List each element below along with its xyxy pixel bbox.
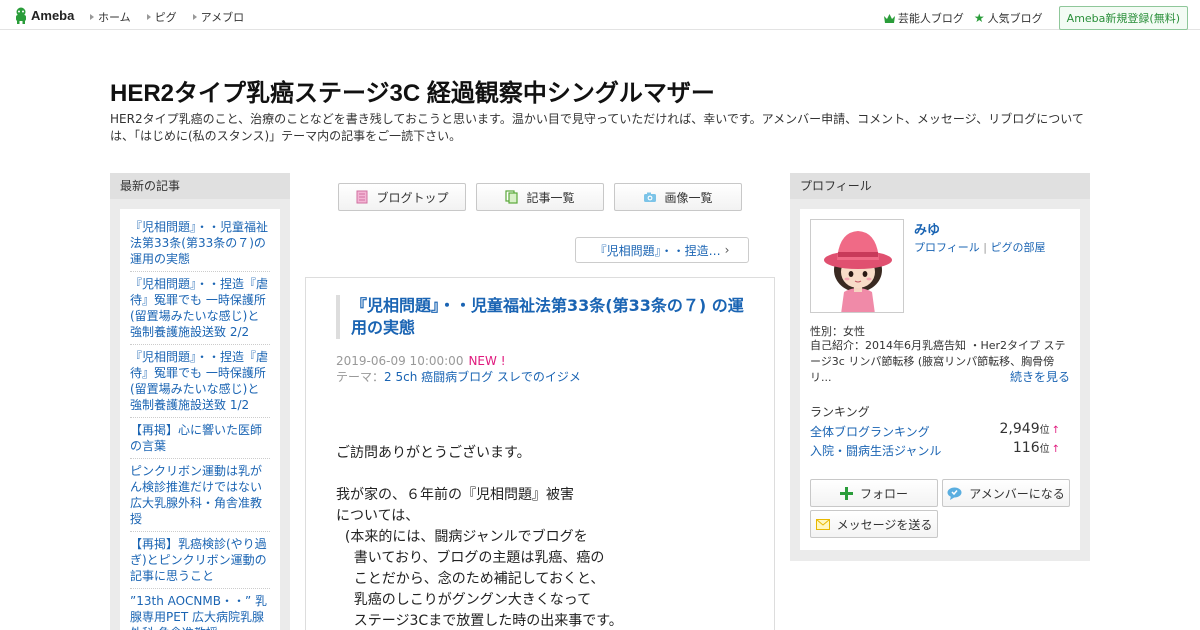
global-header: Ameba ホーム ピグ アメブロ 芸能人ブログ ★ 人気ブログ Ameba新規… <box>0 0 1200 30</box>
recent-articles-list: 『児相問題』・・児童福祉法第33条(第33条の７)の運用の実態 『児相問題』・・… <box>120 209 280 630</box>
overall-ranking-link[interactable]: 全体ブログランキング <box>810 425 930 439</box>
nav-pig[interactable]: ピグ <box>146 9 177 25</box>
recent-article-link[interactable]: 『児相問題』・・捏造『虐待』冤罪でも 一時保護所(留置場みたいな感じ)と強制養護… <box>130 350 268 412</box>
list-item: 『児相問題』・・捏造『虐待』冤罪でも 一時保護所(留置場みたいな感じ)と強制養護… <box>130 348 270 418</box>
entry-title[interactable]: 『児相問題』・・児童福祉法第33条(第33条の７) の運用の実態 <box>336 295 746 339</box>
nav-home[interactable]: ホーム <box>90 9 131 25</box>
rank-up-icon: ↑ <box>1051 444 1060 455</box>
pig-room-link[interactable]: ピグの部屋 <box>991 241 1046 254</box>
link-separator: | <box>983 241 987 254</box>
ranking-value: 2,949位 ↑ <box>999 421 1060 437</box>
global-nav: ホーム ピグ アメブロ <box>90 9 260 25</box>
crown-icon <box>883 13 895 23</box>
plus-icon <box>839 486 853 500</box>
read-more-link[interactable]: 続きを見る <box>1010 368 1070 385</box>
profile-link[interactable]: プロフィール <box>914 241 980 254</box>
follow-button[interactable]: フォロー <box>810 479 938 507</box>
send-message-button[interactable]: メッセージを送る <box>810 510 938 538</box>
recent-article-link[interactable]: 【再掲】心に響いた医師の言葉 <box>130 423 262 453</box>
profile-panel: プロフィール みゆ プロフィール | ピグの部屋 性別：女性 自己紹介：2014… <box>790 173 1090 561</box>
ameba-logo[interactable]: Ameba <box>14 6 74 24</box>
entry-date: 2019-06-09 10:00:00 <box>336 354 464 368</box>
camera-icon <box>644 192 657 202</box>
blog-description: HER2タイプ乳癌のこと、治療のことなどを書き残しておこうと思います。温かい目で… <box>110 112 1084 143</box>
article-entry: 『児相問題』・・児童福祉法第33条(第33条の７) の運用の実態 2019-06… <box>305 277 775 630</box>
recent-article-link[interactable]: 『児相問題』・・児童福祉法第33条(第33条の７)の運用の実態 <box>130 220 268 266</box>
tab-blog-top[interactable]: ブログトップ <box>338 183 466 211</box>
next-article-button[interactable]: 『児相問題』・・捏造… › <box>575 237 749 263</box>
ameba-logo-text: Ameba <box>31 7 75 23</box>
entry-meta: 2019-06-09 10:00:00 NEW ! テーマ：2 5ch 癌闘病ブロ… <box>336 353 581 385</box>
recent-article-link[interactable]: ピンクリボン運動は乳がん検診推進だけではない 広大乳腺外科・角舎准教授 <box>130 464 262 526</box>
recent-article-link[interactable]: 『児相問題』・・捏造『虐待』冤罪でも 一時保護所(留置場みたいな感じ)と強制養護… <box>130 277 268 339</box>
blog-title[interactable]: HER2タイプ乳癌ステージ3C 経過観察中シングルマザー <box>110 73 715 108</box>
rank-up-icon: ↑ <box>1051 425 1060 436</box>
list-item: 【再掲】乳癌検診(やり過ぎ)とピンクリボン運動の記事に思うこと <box>130 535 270 589</box>
recent-article-link[interactable]: 【再掲】乳癌検診(やり過ぎ)とピンクリボン運動の記事に思うこと <box>130 537 267 583</box>
list-item: 『児相問題』・・児童福祉法第33条(第33条の７)の運用の実態 <box>130 218 270 272</box>
ranking-row: 全体ブログランキング 2,949位 ↑ <box>810 421 1060 440</box>
avatar-illustration <box>811 220 903 312</box>
celebrity-blog-link[interactable]: 芸能人ブログ <box>883 10 964 26</box>
profile-title: プロフィール <box>790 173 1090 199</box>
nav-ameblo[interactable]: アメブロ <box>192 9 244 25</box>
ranking-title: ランキング <box>810 405 870 419</box>
list-item: 『児相問題』・・捏造『虐待』冤罪でも 一時保護所(留置場みたいな感じ)と強制養護… <box>130 275 270 345</box>
signup-button[interactable]: Ameba新規登録(無料) <box>1058 6 1188 30</box>
list-item: ピンクリボン運動は乳がん検診推進だけではない 広大乳腺外科・角舎准教授 <box>130 462 270 532</box>
triangle-right-icon <box>192 14 197 20</box>
global-header-right: 芸能人ブログ ★ 人気ブログ Ameba新規登録(無料) <box>874 6 1188 30</box>
triangle-right-icon <box>146 14 151 20</box>
avatar[interactable] <box>810 219 904 313</box>
profile-gender: 性別：女性 <box>810 325 865 338</box>
list-item: ”13th AOCNMB・・” 乳腺専用PET 広大病院乳腺外科 角舎准教授 <box>130 592 270 630</box>
triangle-right-icon <box>90 14 94 20</box>
ranking-value: 116位 ↑ <box>1012 440 1060 456</box>
blog-tabs: ブログトップ 記事一覧 画像一覧 <box>338 183 752 211</box>
list-item: 【再掲】心に響いた医師の言葉 <box>130 421 270 459</box>
genre-ranking-link[interactable]: 入院・闘病生活ジャンル <box>810 444 941 458</box>
speech-bubble-icon <box>947 487 962 500</box>
chevron-right-icon: › <box>724 243 730 257</box>
ranking-row: 入院・闘病生活ジャンル 116位 ↑ <box>810 440 1060 459</box>
new-badge: NEW ! <box>468 354 506 368</box>
tab-image-list[interactable]: 画像一覧 <box>614 183 742 211</box>
ameba-logo-icon <box>16 7 26 24</box>
blog-top-icon <box>356 190 368 204</box>
recent-articles-panel: 最新の記事 『児相問題』・・児童福祉法第33条(第33条の７)の運用の実態 『児… <box>110 173 290 630</box>
recent-article-link[interactable]: ”13th AOCNMB・・” 乳腺専用PET 広大病院乳腺外科 角舎准教授 <box>130 594 267 630</box>
profile-box: みゆ プロフィール | ピグの部屋 性別：女性 自己紹介：2014年6月乳癌告知… <box>800 209 1080 550</box>
entry-theme-link[interactable]: 2 5ch 癌闘病ブログ スレでのイジメ <box>384 370 581 384</box>
recent-articles-title: 最新の記事 <box>110 173 290 199</box>
popular-blog-link[interactable]: ★ 人気ブログ <box>974 10 1043 26</box>
star-icon: ★ <box>973 11 985 25</box>
amember-button[interactable]: アメンバーになる <box>942 479 1070 507</box>
theme-prefix: テーマ： <box>336 370 385 384</box>
entry-body: ご訪問ありがとうございます。 我が家の、６年前の『児相問題』被害 については、 … <box>336 445 623 629</box>
profile-links: プロフィール | ピグの部屋 <box>914 239 1046 255</box>
article-list-icon <box>505 190 519 204</box>
envelope-icon <box>815 518 830 530</box>
tab-article-list[interactable]: 記事一覧 <box>476 183 604 211</box>
profile-name[interactable]: みゆ <box>914 219 940 238</box>
